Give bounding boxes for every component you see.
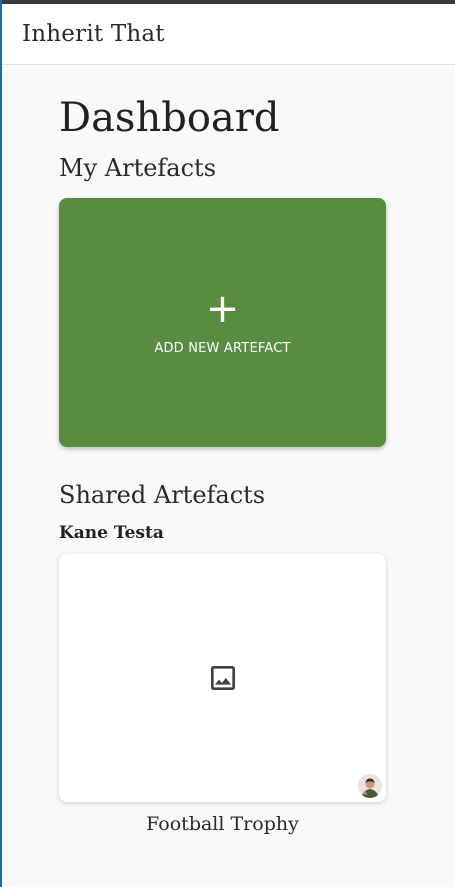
dashboard-content: Dashboard My Artefacts + ADD NEW ARTEFAC… <box>59 90 386 836</box>
page-title: Dashboard <box>59 95 280 141</box>
shared-owner-name: Kane Testa <box>59 523 164 543</box>
app-bar: Inherit That <box>2 4 455 65</box>
window-left-edge <box>0 0 2 887</box>
add-new-artefact-label: ADD NEW ARTEFACT <box>154 341 291 356</box>
artefact-card[interactable] <box>59 554 386 802</box>
artefact-name[interactable]: Football Trophy <box>59 812 386 836</box>
owner-avatar <box>358 774 382 798</box>
add-new-artefact-button[interactable]: + ADD NEW ARTEFACT <box>59 198 386 447</box>
my-artefacts-heading: My Artefacts <box>59 154 217 182</box>
plus-icon: + <box>205 286 240 332</box>
app-title[interactable]: Inherit That <box>22 21 165 47</box>
shared-artefacts-heading: Shared Artefacts <box>59 481 266 509</box>
image-placeholder-icon <box>210 666 235 690</box>
